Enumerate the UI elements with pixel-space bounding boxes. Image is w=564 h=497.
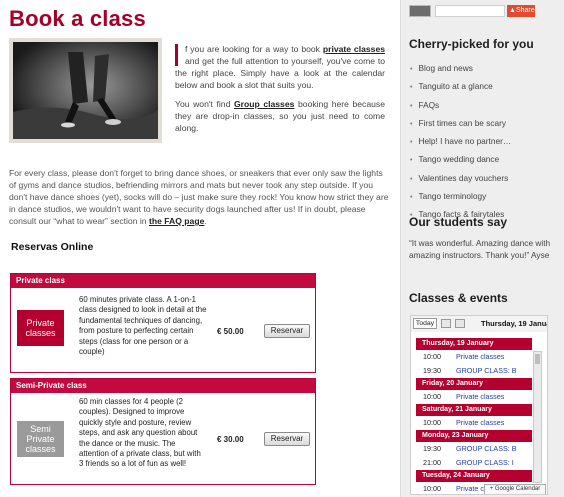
private-classes-link[interactable]: private classes — [323, 44, 385, 54]
semi-private-class-card: Semi-Private class Semi Private classes … — [10, 378, 316, 485]
classes-events-heading: Classes & events — [409, 291, 508, 305]
share-widget: ▲Share — [409, 5, 535, 17]
event-row[interactable]: 19:30 GROUP CLASS: B — [416, 442, 532, 456]
share-counter — [435, 5, 505, 17]
list-item[interactable]: Tango wedding dance — [410, 151, 511, 169]
day-header: Thursday, 19 January — [416, 338, 532, 350]
reservas-heading: Reservas Online — [11, 241, 94, 253]
card-header: Semi-Private class — [11, 379, 315, 393]
today-button[interactable]: Today — [413, 318, 437, 329]
prev-arrow-icon[interactable] — [441, 319, 451, 328]
reservar-button-private[interactable]: Reservar — [264, 324, 310, 338]
next-arrow-icon[interactable] — [455, 319, 465, 328]
list-item[interactable]: Tango terminology — [410, 188, 511, 206]
card-body: Private classes 60 minutes private class… — [11, 288, 315, 373]
card-price: € 50.00 — [217, 327, 244, 336]
list-item[interactable]: Blog and news — [410, 60, 511, 78]
list-item[interactable]: Valentines day vouchers — [410, 170, 511, 188]
card-header: Private class — [11, 274, 315, 288]
tango-dancers-image — [13, 42, 158, 139]
calendar-current-date: Thursday, 19 January — [481, 319, 547, 328]
cherry-picked-heading: Cherry-picked for you — [409, 37, 534, 51]
dress-code-paragraph: For every class, please don't forget to … — [9, 168, 389, 226]
card-body: Semi Private classes 60 min classes for … — [11, 393, 315, 485]
group-classes-link[interactable]: Group classes — [234, 99, 294, 109]
calendar-scrollbar[interactable] — [533, 351, 542, 483]
day-header: Friday, 20 January — [416, 378, 532, 390]
list-item[interactable]: Tanguito at a glance — [410, 78, 511, 96]
private-classes-badge: Private classes — [17, 310, 64, 346]
faq-page-link[interactable]: the FAQ page — [149, 216, 204, 226]
event-row[interactable]: 21:00 GROUP CLASS: I — [416, 456, 532, 470]
semi-private-classes-badge: Semi Private classes — [17, 421, 64, 457]
reservar-button-semi-private[interactable]: Reservar — [264, 432, 310, 446]
event-row[interactable]: 19:30 GROUP CLASS: B — [416, 364, 532, 378]
event-row[interactable]: 10:00 Private classes — [416, 350, 532, 364]
intro-paragraph-1: If you are looking for a way to book pri… — [175, 44, 386, 90]
students-say-heading: Our students say — [409, 215, 508, 229]
calendar-toolbar: Today Thursday, 19 January — [411, 316, 547, 332]
cherry-picked-list: Blog and news Tanguito at a glance FAQs … — [410, 60, 511, 225]
share-button[interactable]: ▲Share — [507, 5, 535, 17]
events-calendar: Today Thursday, 19 January Thursday, 19 … — [410, 315, 548, 495]
event-row[interactable]: 10:00 Private classes — [416, 390, 532, 404]
list-item[interactable]: Help! I have no partner… — [410, 133, 511, 151]
testimonial-quote: “It was wonderful. Amazing dance with am… — [409, 238, 551, 260]
event-row[interactable]: 10:00 Private classes — [416, 416, 532, 430]
day-header: Saturday, 21 January — [416, 404, 532, 416]
list-item[interactable]: FAQs — [410, 97, 511, 115]
dropcap-initial: I — [175, 44, 178, 66]
tango-photo — [13, 42, 158, 139]
main-content: Book a class If you are — [0, 0, 400, 497]
google-calendar-button[interactable]: + Google Calendar — [484, 484, 546, 494]
card-description: 60 min classes for 4 people (2 couples).… — [79, 397, 201, 469]
intro-text: If you are looking for a way to book pri… — [175, 43, 385, 141]
day-header: Monday, 23 January — [416, 430, 532, 442]
agenda-list: Thursday, 19 January 10:00 Private classe… — [416, 338, 532, 494]
avatar — [409, 5, 431, 17]
day-header: Tuesday, 24 January — [416, 470, 532, 482]
card-description: 60 minutes private class. A 1-on-1 class… — [79, 295, 207, 357]
private-class-card: Private class Private classes 60 minutes… — [10, 273, 316, 373]
intro-paragraph-2: You won't find Group classes booking her… — [175, 99, 385, 133]
scrollbar-thumb[interactable] — [535, 354, 540, 364]
hero-photo — [9, 38, 162, 143]
list-item[interactable]: First times can be scary — [410, 115, 511, 133]
share-icon: ▲ — [509, 7, 516, 14]
page-title: Book a class — [9, 6, 146, 31]
card-price: € 30.00 — [217, 435, 244, 444]
